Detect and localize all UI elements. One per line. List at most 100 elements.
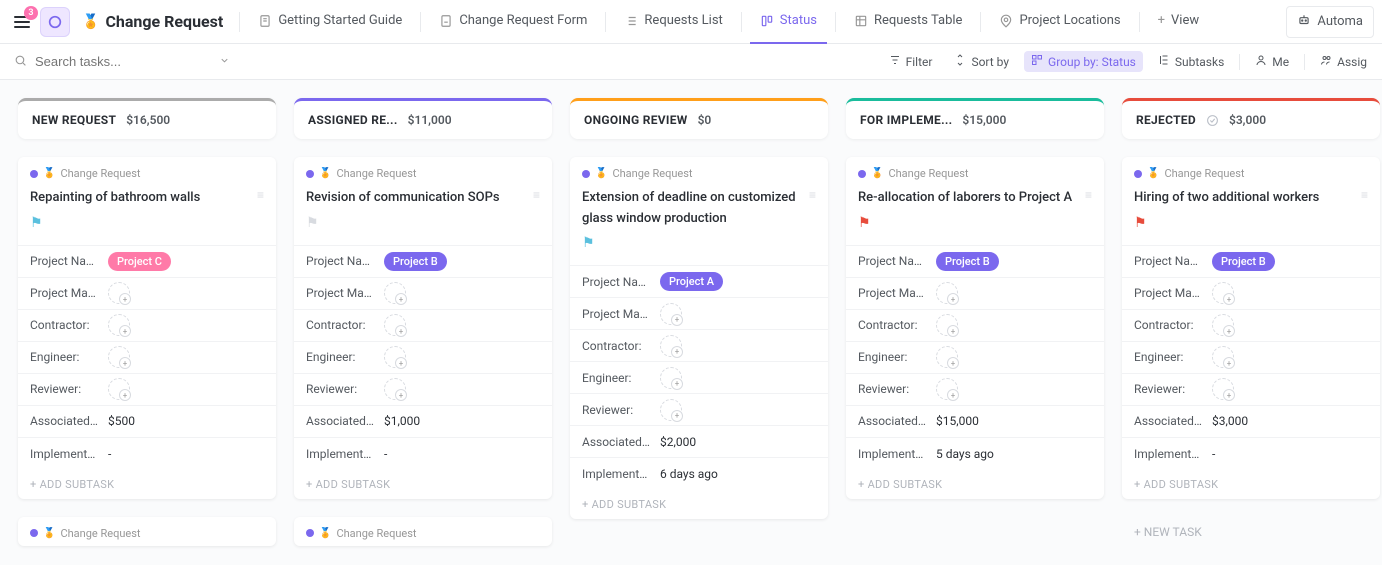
tab-change-request-form[interactable]: Change Request Form: [429, 0, 597, 44]
assign-person-icon[interactable]: [384, 378, 406, 400]
new-task-button[interactable]: + NEW TASK: [1122, 517, 1380, 547]
field-impl[interactable]: Implementat...6 days ago: [570, 458, 828, 490]
tab-requests-list[interactable]: Requests List: [614, 0, 732, 44]
field-contractor[interactable]: Contractor:: [18, 310, 276, 342]
menu-button[interactable]: 3: [8, 8, 36, 36]
field-cost[interactable]: Associated ...$500: [18, 406, 276, 438]
page-title-group[interactable]: 🏅 Change Request: [74, 12, 231, 31]
assignees-button[interactable]: Assig: [1313, 51, 1374, 72]
search-input[interactable]: [35, 54, 211, 69]
field-pm[interactable]: Project Man...: [1122, 278, 1380, 310]
assign-person-icon[interactable]: [660, 367, 682, 389]
flag-icon[interactable]: ⚑: [1134, 215, 1368, 231]
assign-person-icon[interactable]: [660, 399, 682, 421]
search-box[interactable]: [8, 54, 218, 70]
flag-icon[interactable]: ⚑: [30, 215, 264, 231]
field-reviewer[interactable]: Reviewer:: [570, 394, 828, 426]
assign-person-icon[interactable]: [384, 282, 406, 304]
me-button[interactable]: Me: [1248, 51, 1296, 72]
column-header[interactable]: REJECTED $3,000: [1122, 98, 1380, 139]
field-impl[interactable]: Implementat...-: [18, 438, 276, 470]
tab-requests-table[interactable]: Requests Table: [844, 0, 972, 44]
assign-person-icon[interactable]: [936, 282, 958, 304]
assign-person-icon[interactable]: [108, 314, 130, 336]
task-card[interactable]: 🏅 Change Request Hiring of two additiona…: [1122, 157, 1380, 499]
assign-person-icon[interactable]: [384, 314, 406, 336]
chevron-down-icon[interactable]: [219, 55, 230, 69]
field-engineer[interactable]: Engineer:: [570, 362, 828, 394]
filter-button[interactable]: Filter: [882, 51, 940, 72]
field-contractor[interactable]: Contractor:: [570, 330, 828, 362]
field-pm[interactable]: Project Man...: [846, 278, 1104, 310]
task-card[interactable]: 🏅 Change Request Repainting of bathroom …: [18, 157, 276, 499]
flag-icon[interactable]: ⚑: [582, 235, 816, 251]
automations-button[interactable]: Automa: [1286, 6, 1374, 38]
field-project[interactable]: Project Name:Project C: [18, 246, 276, 278]
assign-person-icon[interactable]: [1212, 346, 1234, 368]
field-contractor[interactable]: Contractor:: [294, 310, 552, 342]
task-card[interactable]: 🏅 Change Request Revision of communicati…: [294, 157, 552, 499]
field-contractor[interactable]: Contractor:: [1122, 310, 1380, 342]
field-reviewer[interactable]: Reviewer:: [846, 374, 1104, 406]
field-engineer[interactable]: Engineer:: [294, 342, 552, 374]
add-subtask-button[interactable]: + ADD SUBTASK: [18, 470, 276, 499]
column-header[interactable]: ONGOING REVIEW $0: [570, 98, 828, 139]
task-card[interactable]: 🏅 Change Request: [18, 517, 276, 546]
add-subtask-button[interactable]: + ADD SUBTASK: [1122, 470, 1380, 499]
field-impl[interactable]: Implementat...-: [1122, 438, 1380, 470]
assign-person-icon[interactable]: [384, 346, 406, 368]
field-reviewer[interactable]: Reviewer:: [1122, 374, 1380, 406]
sort-by-button[interactable]: Sort by: [947, 51, 1016, 72]
flag-icon[interactable]: ⚑: [858, 215, 1092, 231]
group-by-button[interactable]: Group by: Status: [1024, 51, 1143, 72]
field-reviewer[interactable]: Reviewer:: [18, 374, 276, 406]
assign-person-icon[interactable]: [936, 314, 958, 336]
tab-status[interactable]: Status: [750, 0, 827, 44]
subtasks-button[interactable]: Subtasks: [1151, 51, 1231, 72]
assign-person-icon[interactable]: [936, 378, 958, 400]
field-pm[interactable]: Project Man...: [18, 278, 276, 310]
field-pm[interactable]: Project Man...: [294, 278, 552, 310]
field-project[interactable]: Project Name:Project B: [1122, 246, 1380, 278]
field-pm[interactable]: Project Man...: [570, 298, 828, 330]
column-header[interactable]: ASSIGNED RE... $11,000: [294, 98, 552, 139]
field-engineer[interactable]: Engineer:: [846, 342, 1104, 374]
add-subtask-button[interactable]: + ADD SUBTASK: [294, 470, 552, 499]
add-subtask-button[interactable]: + ADD SUBTASK: [570, 490, 828, 519]
field-cost[interactable]: Associated ...$15,000: [846, 406, 1104, 438]
assign-person-icon[interactable]: [1212, 314, 1234, 336]
add-subtask-button[interactable]: + ADD SUBTASK: [846, 470, 1104, 499]
field-project[interactable]: Project Name:Project A: [570, 266, 828, 298]
field-contractor[interactable]: Contractor:: [846, 310, 1104, 342]
field-engineer[interactable]: Engineer:: [1122, 342, 1380, 374]
tab-getting-started[interactable]: Getting Started Guide: [248, 0, 412, 44]
field-project[interactable]: Project Name:Project B: [846, 246, 1104, 278]
workspace-button[interactable]: [40, 7, 70, 37]
field-cost[interactable]: Associated ...$1,000: [294, 406, 552, 438]
field-impl[interactable]: Implementat...5 days ago: [846, 438, 1104, 470]
field-cost[interactable]: Associated ...$2,000: [570, 426, 828, 458]
column-name: ASSIGNED RE...: [308, 113, 398, 127]
assign-person-icon[interactable]: [1212, 378, 1234, 400]
flag-icon[interactable]: ⚑: [306, 215, 540, 231]
assign-person-icon[interactable]: [108, 282, 130, 304]
field-impl[interactable]: Implementat...-: [294, 438, 552, 470]
assign-person-icon[interactable]: [108, 378, 130, 400]
add-view-button[interactable]: + View: [1148, 0, 1210, 44]
task-card[interactable]: 🏅 Change Request Extension of deadline o…: [570, 157, 828, 519]
field-engineer[interactable]: Engineer:: [18, 342, 276, 374]
assign-person-icon[interactable]: [1212, 282, 1234, 304]
assign-person-icon[interactable]: [660, 303, 682, 325]
assign-person-icon[interactable]: [108, 346, 130, 368]
tab-project-locations[interactable]: Project Locations: [989, 0, 1130, 44]
column-header[interactable]: NEW REQUEST $16,500: [18, 98, 276, 139]
column-header[interactable]: FOR IMPLEME... $15,000: [846, 98, 1104, 139]
assign-person-icon[interactable]: [660, 335, 682, 357]
field-project[interactable]: Project Name:Project B: [294, 246, 552, 278]
field-cost[interactable]: Associated ...$3,000: [1122, 406, 1380, 438]
field-reviewer[interactable]: Reviewer:: [294, 374, 552, 406]
column-name: ONGOING REVIEW: [584, 113, 688, 127]
assign-person-icon[interactable]: [936, 346, 958, 368]
task-card[interactable]: 🏅 Change Request Re-allocation of labore…: [846, 157, 1104, 499]
task-card[interactable]: 🏅 Change Request: [294, 517, 552, 546]
